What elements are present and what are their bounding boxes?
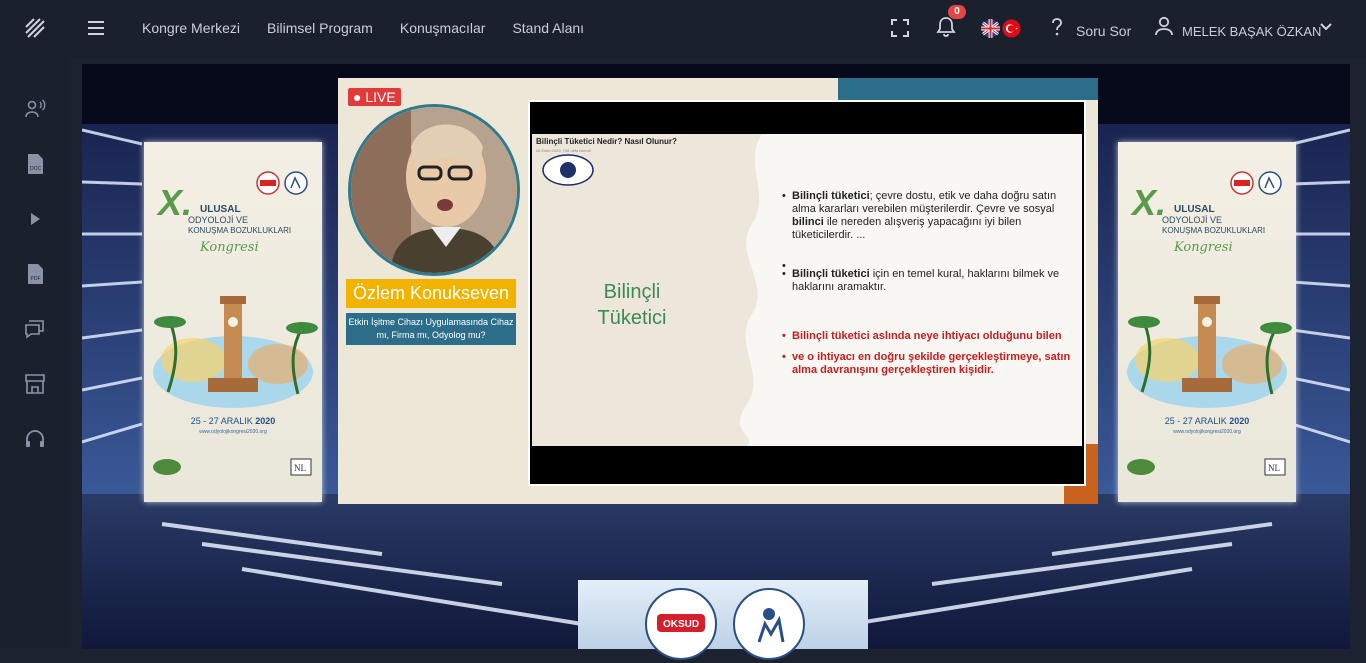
- svg-text:NL: NL: [294, 463, 306, 473]
- svg-text:PDF: PDF: [31, 276, 41, 282]
- banner-logos-right-icon: [1230, 171, 1282, 195]
- booth-icon[interactable]: [24, 373, 46, 395]
- banner-kongre: Kongresi: [200, 240, 259, 255]
- bell-icon[interactable]: [936, 16, 956, 38]
- slide-content: Bilinçli Tüketici Nedir? Nasıl Olunur? 2…: [532, 134, 1082, 446]
- turkish-flag-icon[interactable]: [1002, 19, 1021, 38]
- banner-kongre-right: Kongresi: [1174, 240, 1233, 255]
- banner-nl-logo-right-icon: NL: [1264, 458, 1286, 476]
- banner-sponsor-logo-icon: [153, 459, 181, 475]
- banner-numeral-right: X.: [1132, 182, 1167, 223]
- virtual-stage: X. ULUSAL ODYOLOJİ VE KONUŞMA BOZUKLUKLA…: [82, 64, 1350, 649]
- banner-ulusal-right: ULUSAL: [1174, 204, 1215, 215]
- pdf-icon[interactable]: PDF: [24, 263, 46, 285]
- live-badge: ● LIVE: [348, 88, 401, 106]
- nav-item-konusmacilar[interactable]: Konuşmacılar: [400, 20, 486, 36]
- top-bar: Kongre Merkezi Bilimsel Program Konuşmac…: [0, 0, 1366, 58]
- app-logo-icon[interactable]: [24, 17, 46, 39]
- dokuz-eylul-seal: [733, 588, 805, 660]
- slide-title: Bilinçli Tüketici: [597, 281, 667, 329]
- nav-item-stand-alani[interactable]: Stand Alanı: [512, 20, 584, 36]
- slide-bullet-red-2: ve o ihtiyacı en doğru şekilde gerçekleş…: [782, 351, 1072, 377]
- banner-line2-right: ODYOLOJİ VE: [1162, 215, 1223, 225]
- banner-numeral: X.: [158, 182, 193, 223]
- speaker-name: Özlem Konukseven: [346, 279, 516, 308]
- banner-url: www.odyolojikongresi2020.org: [199, 429, 267, 435]
- live-video-player[interactable]: ● LIVE Özlem Konukseven Etkin İşitme Cih…: [338, 78, 1098, 504]
- right-congress-banner: X. ULUSAL ODYOLOJİ VE KONUŞMA BOZUKLUKLA…: [1118, 142, 1296, 502]
- slide-bullet-red-1: Bilinçli tüketici aslında neye ihtiyacı …: [782, 330, 1072, 343]
- sidebar: DOC PDF: [0, 58, 70, 649]
- notification-badge: 0: [948, 5, 966, 19]
- svg-text:DOC: DOC: [30, 166, 42, 172]
- banner-line3-right: KONUŞMA BOZUKLUKLARI: [1162, 226, 1266, 235]
- svg-text:NL: NL: [1268, 463, 1280, 473]
- menu-icon[interactable]: [86, 18, 106, 38]
- slide-header: Bilinçli Tüketici Nedir? Nasıl Olunur?: [536, 137, 677, 146]
- nav-item-bilimsel-program[interactable]: Bilimsel Program: [267, 20, 373, 36]
- slide-bullet-1: Bilinçli tüketici; çevre dostu, etik ve …: [782, 190, 1072, 242]
- oksud-text: OKSUD: [663, 619, 699, 630]
- fullscreen-icon[interactable]: [890, 18, 910, 38]
- podium: [578, 580, 868, 649]
- main-nav: Kongre Merkezi Bilimsel Program Konuşmac…: [142, 20, 584, 36]
- banner-nl-logo-icon: NL: [290, 458, 312, 476]
- left-congress-banner: X. ULUSAL ODYOLOJİ VE KONUŞMA BOZUKLUKLA…: [144, 142, 322, 502]
- banner-dates-right: 25 - 27 ARALIK 2020: [1164, 416, 1250, 426]
- banner-url-right: www.odyolojikongresi2020.org: [1173, 429, 1241, 435]
- banner-logos-icon: [256, 171, 308, 195]
- ask-question-link[interactable]: Soru Sor: [1076, 23, 1131, 39]
- chat-icon[interactable]: [24, 318, 46, 340]
- university-seal-icon: [542, 154, 594, 186]
- english-flag-icon[interactable]: [981, 19, 1000, 38]
- headset-icon[interactable]: [24, 428, 46, 450]
- chevron-down-icon[interactable]: [1320, 22, 1332, 32]
- slide-subheader: 26 Ekim 2020, 708 defa izlendi: [536, 148, 591, 153]
- oksud-seal: OKSUD: [645, 588, 717, 660]
- doc-icon[interactable]: DOC: [24, 153, 46, 175]
- presentation-slide: Bilinçli Tüketici Nedir? Nasıl Olunur? 2…: [528, 100, 1086, 486]
- user-icon[interactable]: [1155, 16, 1173, 36]
- slide-bullets: Bilinçli tüketici; çevre dostu, etik ve …: [782, 190, 1072, 385]
- question-icon[interactable]: [1050, 17, 1064, 37]
- banner-line2: ODYOLOJİ VE: [188, 215, 249, 225]
- video-accent-bar: [838, 78, 1098, 100]
- speaker-photo: [348, 104, 520, 276]
- slide-bullet-3: Bilinçli tüketici için en temel kural, h…: [782, 268, 1072, 294]
- banner-clock-tower-illustration: [153, 296, 318, 408]
- play-icon[interactable]: [24, 208, 46, 230]
- user-name[interactable]: MELEK BAŞAK ÖZKAN: [1182, 24, 1321, 39]
- audio-icon[interactable]: [24, 98, 46, 120]
- speaker-topic: Etkin İşitme Cihazı Uygulamasında Cihaz …: [346, 313, 516, 345]
- banner-ulusal: ULUSAL: [200, 204, 241, 215]
- nav-item-kongre-merkezi[interactable]: Kongre Merkezi: [142, 20, 240, 36]
- banner-dates: 25 - 27 ARALIK 2020: [190, 416, 276, 426]
- banner-clock-tower-right-illustration: [1127, 296, 1292, 408]
- banner-line3: KONUŞMA BOZUKLUKLARI: [188, 226, 292, 235]
- banner-sponsor-logo-right-icon: [1127, 459, 1155, 475]
